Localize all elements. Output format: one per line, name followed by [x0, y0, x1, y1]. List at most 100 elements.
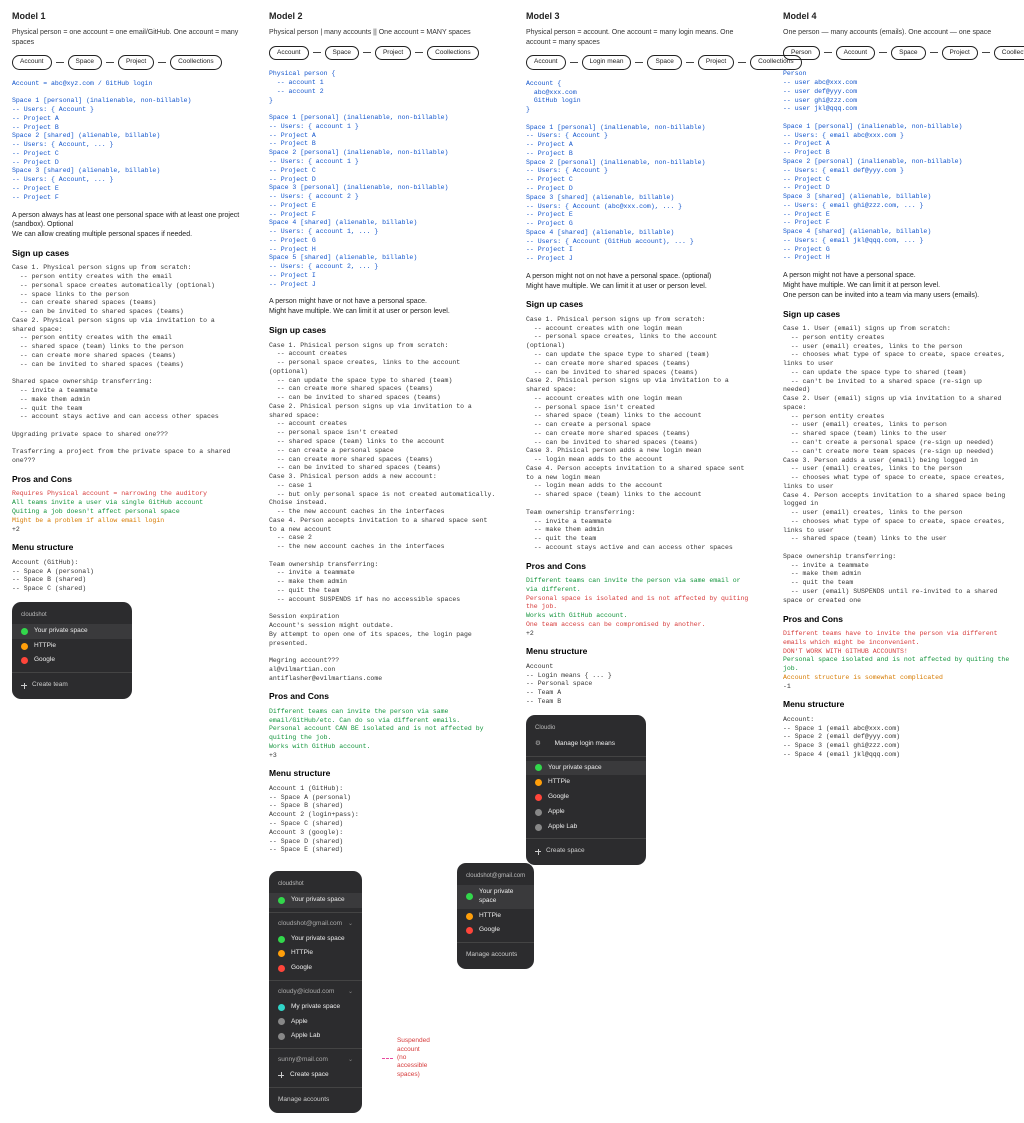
- note: A person might not on not have a persona…: [526, 272, 755, 292]
- note: A person might have or not have a person…: [269, 297, 498, 317]
- panel-item-label: HTTPie: [34, 642, 56, 651]
- suspended-annotation: Suspended account (no accessible spaces): [382, 1037, 437, 1079]
- panel-row: cloudshot Your private space cloudshot@g…: [269, 863, 498, 1113]
- dot-icon: [535, 794, 542, 801]
- panel-footer[interactable]: Manage accounts: [269, 1092, 362, 1107]
- plus-icon: [278, 1072, 284, 1078]
- model-subtitle: Physical person | many accounts || One a…: [269, 28, 498, 37]
- menu-block: Account: -- Space 1 (email abc@xxx.com) …: [783, 716, 1012, 760]
- dot-icon: [278, 1033, 285, 1040]
- menu-block: Account 1 (GitHub): -- Space A (personal…: [269, 785, 498, 855]
- menu-heading: Menu structure: [783, 699, 1012, 710]
- space-switcher-panel-b[interactable]: cloudshot@gmail.com Your private space H…: [457, 863, 534, 969]
- hierarchy-block: Account = abc@xyz.com / GitHub login Spa…: [12, 80, 241, 203]
- panel-email-label: cloudshot@gmail.com: [278, 920, 342, 929]
- chevron-down-icon: ⌄: [348, 1056, 353, 1064]
- pill: Person: [783, 46, 820, 61]
- panel-item[interactable]: HTTPie: [269, 946, 362, 961]
- panel-footer[interactable]: Create team: [12, 677, 132, 692]
- pill: Project: [118, 55, 154, 70]
- panel-item-label: HTTPie: [479, 912, 501, 921]
- panel-item[interactable]: Google: [12, 653, 132, 668]
- panel-footer[interactable]: Manage accounts: [457, 947, 534, 962]
- dot-icon: [535, 809, 542, 816]
- pill: Project: [942, 46, 978, 61]
- dot-icon: [278, 936, 285, 943]
- panel-item[interactable]: Google: [457, 923, 534, 938]
- panel-item[interactable]: Google: [526, 790, 646, 805]
- panel-email-label: sunny@mail.com: [278, 1056, 328, 1065]
- panel-item[interactable]: Apple Lab: [269, 1029, 362, 1044]
- model-1: Model 1 Physical person = one account = …: [12, 10, 241, 1113]
- model-title: Model 1: [12, 10, 241, 22]
- panel-email[interactable]: cloudy@icloud.com⌄: [269, 985, 362, 1000]
- panel-item-label: Your private space: [291, 935, 345, 944]
- pill: Coollections: [427, 46, 478, 61]
- dot-icon: [21, 657, 28, 664]
- space-switcher-panel[interactable]: Cloudio ⚙ Manage login means Your privat…: [526, 715, 646, 865]
- panel-item-label: HTTPie: [548, 778, 570, 787]
- panel-item[interactable]: Your private space: [12, 624, 132, 639]
- pill: Coollections: [170, 55, 221, 70]
- panel-item[interactable]: Your private space: [269, 893, 362, 908]
- dot-icon: [535, 824, 542, 831]
- panel-item-label: Google: [291, 964, 312, 973]
- panel-item[interactable]: Apple: [526, 805, 646, 820]
- panel-manage-label: Manage login means: [555, 740, 615, 749]
- model-title: Model 3: [526, 10, 755, 22]
- pill: Account: [836, 46, 876, 61]
- panel-item-label: Apple: [548, 808, 565, 817]
- panel-footer[interactable]: Create space: [526, 843, 646, 858]
- pill: Project: [375, 46, 411, 61]
- pill-row: Person Account Space Project Coollection…: [783, 46, 1012, 61]
- dot-icon: [278, 1004, 285, 1011]
- panel-header: cloudshot: [269, 878, 362, 893]
- panel-item[interactable]: Google: [269, 961, 362, 976]
- pill: Space: [325, 46, 359, 61]
- pill: Account: [526, 55, 566, 70]
- panel-header: Cloudio: [526, 722, 646, 737]
- suspended-sub: (no accessible spaces): [397, 1054, 437, 1079]
- panel-item-label: My private space: [291, 1003, 340, 1012]
- menu-block: Account -- Login means { ... } -- Person…: [526, 663, 755, 707]
- pill-row: Account Login mean Space Project Coollec…: [526, 55, 755, 70]
- proscons-heading: Pros and Cons: [12, 474, 241, 485]
- panel-item[interactable]: Your private space: [269, 932, 362, 947]
- signup-block: Case 1. Phisical person signs up from sc…: [269, 342, 498, 684]
- note: A person might not have a personal space…: [783, 271, 1012, 300]
- dot-icon: [21, 643, 28, 650]
- dot-icon: [466, 913, 473, 920]
- panel-create[interactable]: Create space: [269, 1068, 362, 1083]
- panel-item-label: Google: [479, 926, 500, 935]
- panel-item-label: Google: [548, 793, 569, 802]
- panel-create-label: Create space: [290, 1071, 329, 1080]
- panel-item[interactable]: My private space: [269, 1000, 362, 1015]
- space-switcher-panel[interactable]: cloudshot Your private space HTTPie Goog…: [12, 602, 132, 699]
- panel-item[interactable]: Your private space: [457, 885, 534, 909]
- panel-item-label: Your private space: [479, 888, 525, 906]
- model-title: Model 2: [269, 10, 498, 22]
- panel-item[interactable]: Your private space: [526, 761, 646, 776]
- panel-item[interactable]: HTTPie: [12, 639, 132, 654]
- panel-item[interactable]: HTTPie: [457, 909, 534, 924]
- panel-email-label: cloudy@icloud.com: [278, 988, 334, 997]
- panel-item[interactable]: Apple: [269, 1015, 362, 1030]
- panel-item[interactable]: HTTPie: [526, 775, 646, 790]
- dot-icon: [535, 764, 542, 771]
- dot-icon: [278, 897, 285, 904]
- pill: Account: [269, 46, 309, 61]
- panel-item-label: Apple: [291, 1018, 308, 1027]
- space-switcher-panel-a[interactable]: cloudshot Your private space cloudshot@g…: [269, 871, 362, 1113]
- panel-email[interactable]: sunny@mail.com ⌄: [269, 1053, 362, 1068]
- proscons-block: Different teams have to invite the perso…: [783, 630, 1012, 691]
- hierarchy-block: Physical person { -- account 1 -- accoun…: [269, 70, 498, 289]
- hierarchy-block: Person -- user abc@xxx.com -- user def@y…: [783, 70, 1012, 263]
- panel-item[interactable]: Apple Lab: [526, 820, 646, 835]
- panel-email[interactable]: cloudshot@gmail.com⌄: [269, 917, 362, 932]
- panel-item-label: Your private space: [548, 764, 602, 773]
- panel-header: cloudshot: [12, 609, 132, 624]
- panel-footer-label: Create team: [32, 681, 68, 690]
- panel-manage[interactable]: ⚙ Manage login means: [526, 737, 646, 752]
- panel-footer-label: Manage accounts: [466, 951, 517, 960]
- dot-icon: [278, 950, 285, 957]
